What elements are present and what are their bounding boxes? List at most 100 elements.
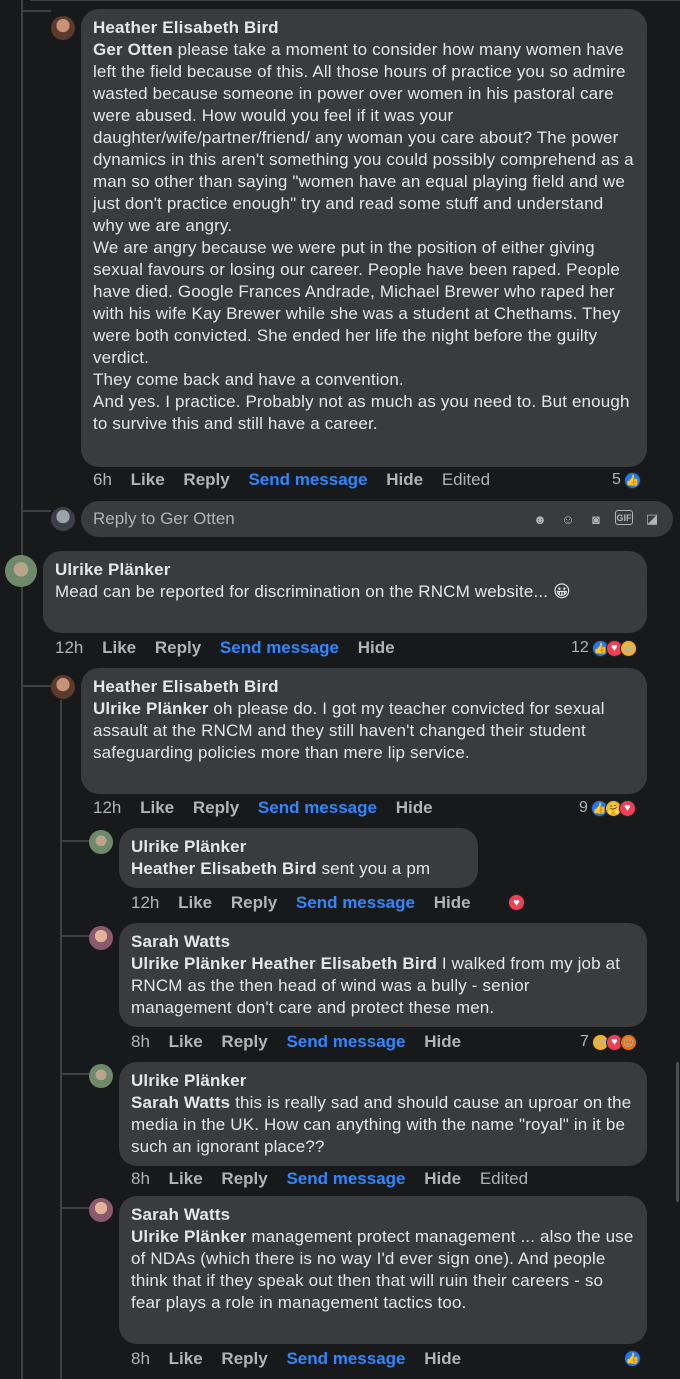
- avatar: [51, 507, 75, 531]
- tagged-user[interactable]: Ulrike Plänker: [131, 1227, 247, 1246]
- hide-button[interactable]: Hide: [434, 893, 471, 912]
- reaction-summary[interactable]: 7 😢 ♥ 😡: [580, 1033, 637, 1051]
- comment-time[interactable]: 12h: [131, 893, 159, 912]
- hide-button[interactable]: Hide: [358, 638, 395, 657]
- send-message-button[interactable]: Send message: [258, 798, 377, 817]
- edited-label[interactable]: Edited: [480, 1169, 528, 1188]
- scrollbar[interactable]: [676, 1062, 679, 1202]
- comment-actions: 8h Like Reply Send message Hide Edited: [131, 1169, 542, 1189]
- comment-bubble: Heather Elisabeth Bird Ger Otten please …: [81, 9, 647, 467]
- hide-button[interactable]: Hide: [424, 1349, 461, 1368]
- reaction-count: 12: [571, 639, 589, 656]
- hide-button[interactable]: Hide: [424, 1169, 461, 1188]
- avatar[interactable]: [5, 555, 37, 587]
- comment-author[interactable]: Ulrike Plänker: [131, 1070, 635, 1092]
- reaction-summary[interactable]: 5 👍: [612, 471, 641, 489]
- like-reaction-icon: 👍: [623, 471, 641, 489]
- like-button[interactable]: Like: [169, 1032, 203, 1051]
- comment-actions: 8h Like Reply Send message Hide: [131, 1349, 475, 1369]
- reaction-summary[interactable]: 👍: [624, 1350, 641, 1367]
- thread-line: [60, 840, 90, 842]
- send-message-button[interactable]: Send message: [220, 638, 339, 657]
- reaction-count: 7: [580, 1033, 589, 1050]
- send-message-button[interactable]: Send message: [296, 893, 415, 912]
- like-button[interactable]: Like: [140, 798, 174, 817]
- comment-author[interactable]: Ulrike Plänker: [131, 836, 466, 858]
- avatar[interactable]: [51, 675, 75, 699]
- hide-button[interactable]: Hide: [386, 470, 423, 489]
- comment-text: Mead can be reported for discrimination …: [55, 582, 571, 601]
- comment-text: Ulrike Plänker oh please do. I got my te…: [93, 699, 605, 762]
- composer-tools: ☻ ☺ ◙ GIF ◪: [531, 510, 661, 528]
- reaction-count: 5: [612, 471, 621, 488]
- comment-bubble: Heather Elisabeth Bird Ulrike Plänker oh…: [81, 668, 647, 794]
- avatar[interactable]: [89, 1198, 113, 1222]
- reply-placeholder: Reply to Ger Otten: [93, 509, 235, 528]
- comment-time[interactable]: 8h: [131, 1349, 150, 1368]
- comment-bubble: Ulrike Plänker Heather Elisabeth Bird se…: [119, 828, 478, 888]
- reaction-summary[interactable]: 9 👍 🤗 ♥: [579, 799, 636, 817]
- like-button[interactable]: Like: [169, 1169, 203, 1188]
- send-message-button[interactable]: Send message: [286, 1032, 405, 1051]
- comment-time[interactable]: 6h: [93, 470, 112, 489]
- comment-body: sent you a pm: [316, 859, 431, 878]
- comment-bubble: Ulrike Plänker Sarah Watts this is reall…: [119, 1062, 647, 1166]
- thread-line: [21, 0, 23, 1379]
- camera-icon[interactable]: ◙: [587, 510, 605, 528]
- like-button[interactable]: Like: [131, 470, 165, 489]
- hide-button[interactable]: Hide: [396, 798, 433, 817]
- comment-author[interactable]: Heather Elisabeth Bird: [93, 676, 635, 698]
- reaction-count: 9: [579, 799, 588, 816]
- reply-button[interactable]: Reply: [183, 470, 229, 489]
- tagged-user[interactable]: Ger Otten: [93, 40, 173, 59]
- tagged-user[interactable]: Heather Elisabeth Bird: [131, 859, 317, 878]
- reply-button[interactable]: Reply: [193, 798, 239, 817]
- tagged-user[interactable]: Sarah Watts: [131, 1093, 230, 1112]
- tagged-user[interactable]: Ulrike Plänker Heather Elisabeth Bird: [131, 954, 437, 973]
- comment-actions: 12h Like Reply Send message Hide: [55, 638, 409, 658]
- angry-reaction-icon: 😡: [619, 1033, 637, 1051]
- avatar[interactable]: [89, 1064, 113, 1088]
- like-button[interactable]: Like: [102, 638, 136, 657]
- reply-button[interactable]: Reply: [221, 1169, 267, 1188]
- comment-author[interactable]: Ulrike Plänker: [55, 559, 635, 581]
- avatar[interactable]: [51, 16, 75, 40]
- hide-button[interactable]: Hide: [424, 1032, 461, 1051]
- like-reaction-icon: 👍: [624, 1350, 641, 1367]
- send-message-button[interactable]: Send message: [286, 1169, 405, 1188]
- like-button[interactable]: Like: [178, 893, 212, 912]
- comment-time[interactable]: 8h: [131, 1032, 150, 1051]
- comment-time[interactable]: 12h: [93, 798, 121, 817]
- edited-label[interactable]: Edited: [442, 470, 490, 489]
- comment-actions: 8h Like Reply Send message Hide: [131, 1032, 475, 1052]
- comment-time[interactable]: 8h: [131, 1169, 150, 1188]
- emoji-icon[interactable]: ☺: [559, 510, 577, 528]
- reply-button[interactable]: Reply: [221, 1349, 267, 1368]
- send-message-button[interactable]: Send message: [248, 470, 367, 489]
- avatar[interactable]: [89, 926, 113, 950]
- comment-time[interactable]: 12h: [55, 638, 83, 657]
- thread-line: [21, 10, 51, 12]
- thread-line: [60, 1073, 90, 1075]
- comment-text: Sarah Watts this is really sad and shoul…: [131, 1093, 631, 1156]
- reply-input[interactable]: Reply to Ger Otten ☻ ☺ ◙ GIF ◪: [81, 501, 673, 537]
- avatar-sticker-icon[interactable]: ☻: [531, 510, 549, 528]
- reply-button[interactable]: Reply: [155, 638, 201, 657]
- reply-button[interactable]: Reply: [221, 1032, 267, 1051]
- tagged-user[interactable]: Ulrike Plänker: [93, 699, 209, 718]
- comment-author[interactable]: Heather Elisabeth Bird: [93, 17, 635, 39]
- comment-author[interactable]: Sarah Watts: [131, 931, 635, 953]
- haha-reaction-icon: 😆: [619, 639, 637, 657]
- sticker-icon[interactable]: ◪: [643, 510, 661, 528]
- reaction-summary[interactable]: ♥: [508, 894, 525, 911]
- comment-author[interactable]: Sarah Watts: [131, 1204, 635, 1226]
- comment-actions: 12h Like Reply Send message Hide: [131, 893, 485, 913]
- like-button[interactable]: Like: [169, 1349, 203, 1368]
- thread-line: [21, 510, 51, 512]
- send-message-button[interactable]: Send message: [286, 1349, 405, 1368]
- reaction-summary[interactable]: 12 👍 ♥ 😆: [571, 639, 637, 657]
- gif-icon[interactable]: GIF: [615, 510, 633, 525]
- comment-body: please take a moment to consider how man…: [93, 40, 634, 433]
- reply-button[interactable]: Reply: [231, 893, 277, 912]
- avatar[interactable]: [89, 830, 113, 854]
